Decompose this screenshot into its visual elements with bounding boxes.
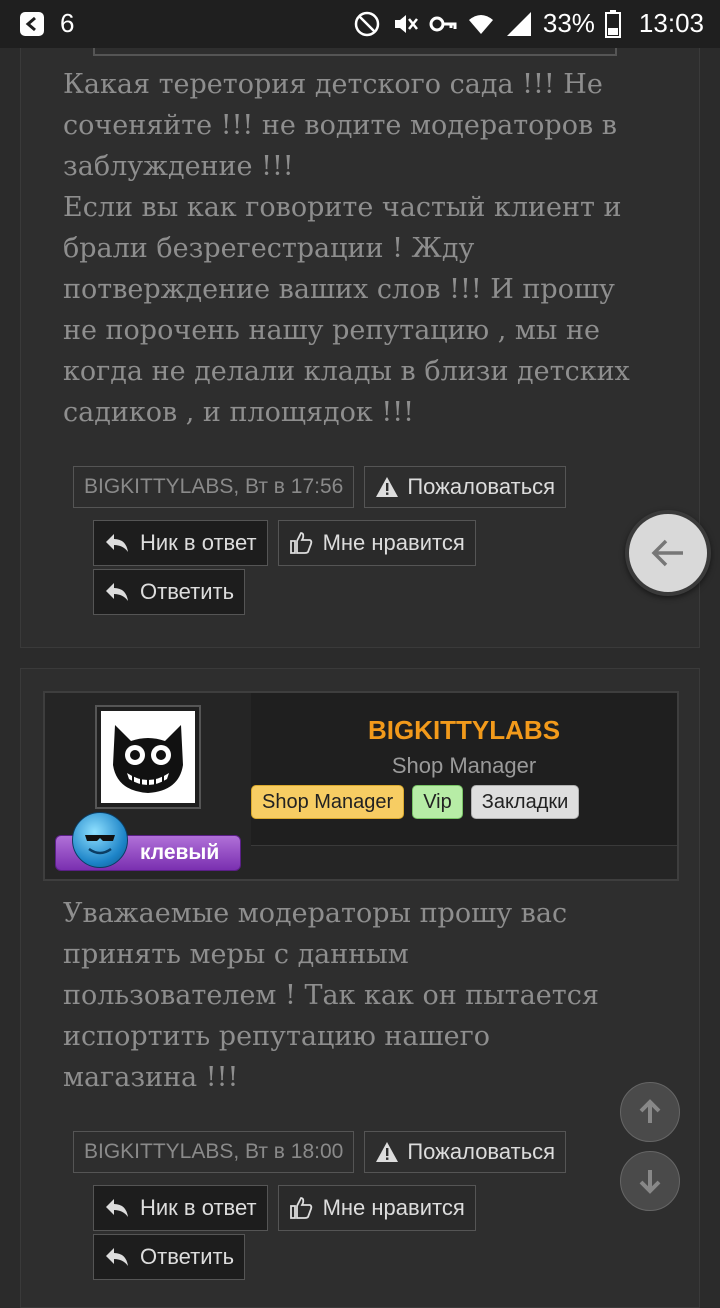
avatar-frame[interactable] [95,705,201,809]
tag-vip[interactable]: Vip [412,785,463,819]
username-link[interactable]: BIGKITTYLABS [251,715,677,746]
post-2-like-button[interactable]: Мне нравится [277,1185,476,1231]
notification-count: 6 [60,8,75,38]
cool-smiley-icon [72,812,128,868]
arrow-down-icon [639,1170,661,1194]
warning-icon [376,477,399,497]
post-1-report-label: Пожаловаться [407,474,556,499]
post-2-nick-reply-button[interactable]: Ник в ответ [93,1185,268,1231]
post-1: Какая теретория детского сада !!! Не соч… [20,48,700,648]
post-2-text: Уважаемые модераторы прошу вас принять м… [63,898,599,1093]
notification-app-icon [20,11,44,36]
key-icon [429,16,457,31]
signal-icon [506,11,531,36]
mute-icon [394,14,418,33]
user-tags: Shop Manager Vip Закладки [251,785,580,819]
post-2-meta[interactable]: BIGKITTYLABS, Вт в 18:00 [73,1131,355,1173]
warning-icon [376,1142,399,1162]
avatar[interactable] [101,711,195,803]
wifi-icon [468,14,493,34]
rank-label: клевый [140,841,220,864]
clock: 13:03 [638,8,704,38]
post-1-reply-label: Ответить [140,579,235,604]
reply-icon [106,1248,128,1266]
arrow-up-icon [639,1099,661,1123]
post-1-nick-reply-label: Ник в ответ [140,530,257,555]
thumbs-up-icon [289,532,312,554]
post-1-meta[interactable]: BIGKITTYLABS, Вт в 17:56 [73,466,355,508]
scroll-down-button[interactable] [620,1151,680,1211]
tag-bookmarks[interactable]: Закладки [470,785,580,819]
user-title: Shop Manager [391,753,537,778]
post-1-text: Какая теретория детского сада !!! Не соч… [63,69,630,428]
post-2-report-label: Пожаловаться [407,1139,556,1164]
reply-icon [106,534,128,552]
reply-icon [106,1199,128,1217]
post-1-report-button[interactable]: Пожаловаться [364,466,567,508]
user-profile-card: клевый BIGKITTYLABS Shop Manager Shop Ma… [43,691,679,881]
scroll-up-button[interactable] [620,1082,680,1142]
status-bar: 6 33% 13:03 [0,0,720,48]
post-1-like-label: Мне нравится [322,530,465,555]
battery-icon [604,9,621,38]
post-2-report-button[interactable]: Пожаловаться [364,1131,567,1173]
post-2: клевый BIGKITTYLABS Shop Manager Shop Ma… [20,668,700,1308]
post-2-like-label: Мне нравится [322,1195,465,1220]
arrow-left-icon [651,539,683,567]
tag-shop-manager[interactable]: Shop Manager [251,785,405,819]
post-1-like-button[interactable]: Мне нравится [277,520,476,566]
back-button[interactable] [625,510,711,596]
reply-icon [106,583,128,601]
previous-profile-edge [93,48,617,56]
battery-percent: 33% [542,8,595,38]
thumbs-up-icon [289,1197,312,1219]
rank-badge: клевый [55,812,241,871]
post-2-reply-button[interactable]: Ответить [93,1234,246,1280]
post-1-nick-reply-button[interactable]: Ник в ответ [93,520,268,566]
post-1-reply-button[interactable]: Ответить [93,569,246,615]
post-2-reply-label: Ответить [140,1244,235,1269]
post-2-nick-reply-label: Ник в ответ [140,1195,257,1220]
do-not-disturb-icon [354,11,380,36]
